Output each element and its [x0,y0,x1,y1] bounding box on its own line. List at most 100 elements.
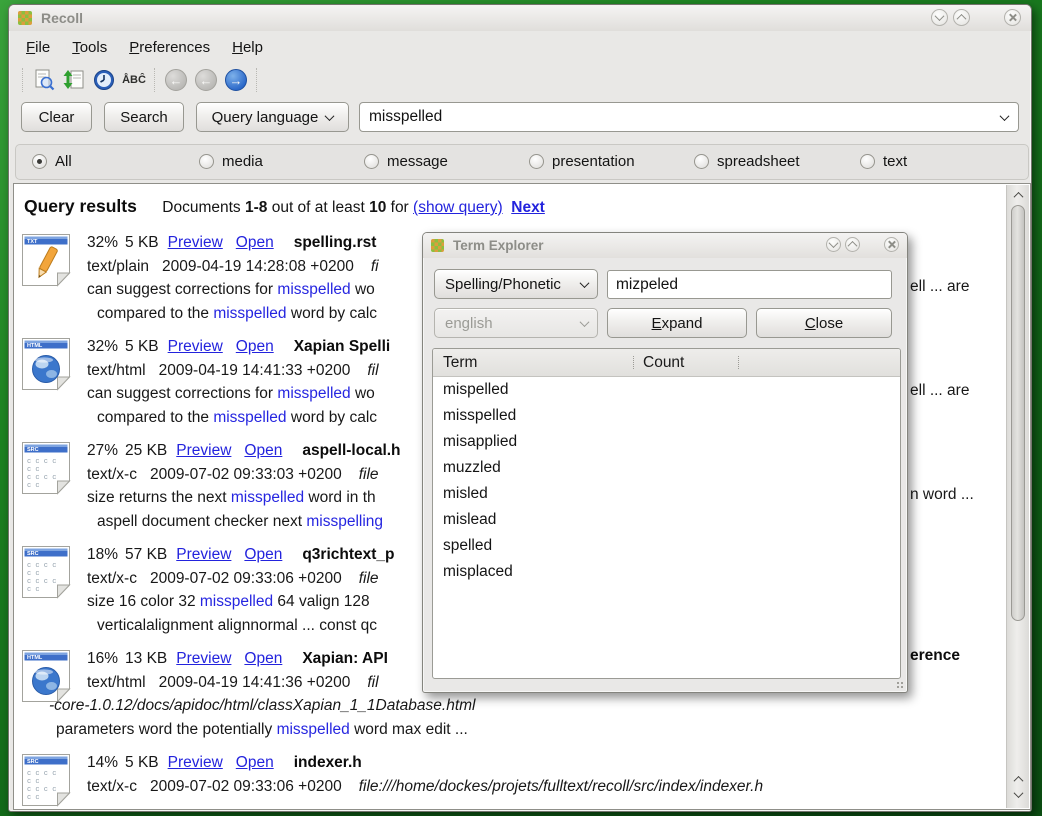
term-row[interactable]: misapplied [433,429,900,455]
minimize-icon [935,11,945,21]
recoll-main-window: Recoll FileToolsPreferencesHelp [8,4,1032,812]
file-size: 5 KB [125,754,159,771]
svg-text:c c: c c [27,778,40,786]
document-preview-button[interactable] [29,65,59,95]
scroll-up-icon [1013,191,1023,201]
show-query-link[interactable]: (show query) [413,199,503,216]
radio-icon [364,154,379,169]
expansion-mode-combobox[interactable]: Spelling/Phonetic [434,269,598,299]
scroll-up-button[interactable] [1012,189,1024,201]
search-entry-combobox[interactable]: misspelled [359,102,1019,132]
maximize-button[interactable] [953,9,970,26]
open-link[interactable]: Open [236,754,274,771]
sort-order-button[interactable] [59,65,89,95]
scroll-down-button[interactable] [1012,788,1024,800]
search-button[interactable]: Search [104,102,184,132]
scroll-up-button-2[interactable] [1012,773,1024,785]
preview-link[interactable]: Preview [176,442,231,459]
preview-link[interactable]: Preview [176,546,231,563]
open-link[interactable]: Open [244,650,282,667]
radio-label: All [55,153,72,170]
first-page-button[interactable]: ← [161,65,191,95]
menu-item-preferences[interactable]: Preferences [118,36,221,59]
main-titlebar[interactable]: Recoll [9,5,1031,31]
prev-page-button[interactable]: ← [191,65,221,95]
dialog-maximize-button[interactable] [845,237,860,252]
open-link[interactable]: Open [244,546,282,563]
term-input[interactable]: mizpeled [607,270,892,299]
term-explorer-button[interactable]: ÅBĈ [119,65,149,95]
dialog-title: Term Explorer [453,238,544,253]
next-page-button[interactable]: → [221,65,251,95]
resize-grip-icon[interactable] [896,681,904,689]
svg-text:c c c c: c c c c [27,578,56,586]
preview-link[interactable]: Preview [168,234,223,251]
filter-radio-all[interactable]: All [32,153,72,170]
close-button[interactable] [1004,9,1021,26]
minimize-button[interactable] [931,9,948,26]
svg-text:SRC: SRC [27,551,39,557]
svg-text:TXT: TXT [27,239,38,245]
abstract-text: 64 valign 128 [273,593,370,610]
term-row[interactable]: misspelled [433,403,900,429]
titlebar-spacer [975,9,999,26]
term-row[interactable]: mispelled [433,377,900,403]
expand-button[interactable]: Expand [607,308,747,338]
query-mode-combobox[interactable]: Query language [196,102,349,132]
filter-radio-message[interactable]: message [364,153,448,170]
chevron-down-icon [1000,111,1010,121]
menu-item-file[interactable]: File [15,36,61,59]
term-row[interactable]: misled [433,481,900,507]
term-cell: misspelled [443,407,516,424]
results-scrollbar[interactable] [1006,185,1029,808]
term-cell: muzzled [443,459,501,476]
mime-type: text/html [87,362,146,379]
preview-link[interactable]: Preview [168,754,223,771]
term-cell: spelled [443,537,492,554]
filter-radio-text[interactable]: text [860,153,907,170]
term-explorer-dialog: Term Explorer Spelling/Phonetic mizpeled… [422,232,908,693]
term-row[interactable]: spelled [433,533,900,559]
result-meta: text/html2009-04-19 14:41:33 +0200fil [87,359,390,383]
column-header-count[interactable]: Count [643,349,684,376]
preview-link[interactable]: Preview [168,338,223,355]
result-item: SRCc c c c c cc c c cc c14%5 KBPreviewOp… [14,750,1030,810]
window-title: Recoll [41,10,83,26]
dialog-close-button[interactable] [884,237,899,252]
txt-file-icon: TXT [20,232,72,288]
dialog-minimize-button[interactable] [826,237,841,252]
src-file-icon: SRCc c c c c cc c c cc c [20,752,72,808]
radio-icon [529,154,544,169]
abstract-text: can suggest corrections for [87,281,277,298]
dialog-close-action-button[interactable]: Close [756,308,892,338]
open-link[interactable]: Open [236,234,274,251]
term-row[interactable]: misplaced [433,559,900,585]
open-link[interactable]: Open [236,338,274,355]
column-header-term[interactable]: Term [443,349,477,376]
menu-item-help[interactable]: Help [221,36,274,59]
mime-type: text/x-c [87,570,137,587]
svg-text:HTML: HTML [27,655,43,661]
filter-radio-media[interactable]: media [199,153,263,170]
column-separator[interactable] [738,356,739,369]
radio-label: text [883,153,907,170]
abstract-line: can suggest corrections for misspelled w… [87,382,390,406]
abstract-text: compared to the [97,305,213,322]
history-button[interactable] [89,65,119,95]
term-input-value: mizpeled [616,276,678,294]
next-page-link[interactable]: Next [511,199,545,216]
chevron-down-icon [325,111,335,121]
menu-item-tools[interactable]: Tools [61,36,118,59]
term-row[interactable]: muzzled [433,455,900,481]
filter-radio-presentation[interactable]: presentation [529,153,635,170]
preview-link[interactable]: Preview [176,650,231,667]
column-separator[interactable] [633,356,634,369]
filter-radio-spreadsheet[interactable]: spreadsheet [694,153,800,170]
relevance-percent: 27% [87,442,118,459]
open-link[interactable]: Open [244,442,282,459]
dialog-titlebar[interactable]: Term Explorer [423,233,907,258]
term-row[interactable]: mislead [433,507,900,533]
result-meta: text/x-c2009-07-02 09:33:06 +0200file://… [87,775,763,799]
clear-button[interactable]: Clear [21,102,92,132]
scrollbar-thumb[interactable] [1011,205,1025,621]
